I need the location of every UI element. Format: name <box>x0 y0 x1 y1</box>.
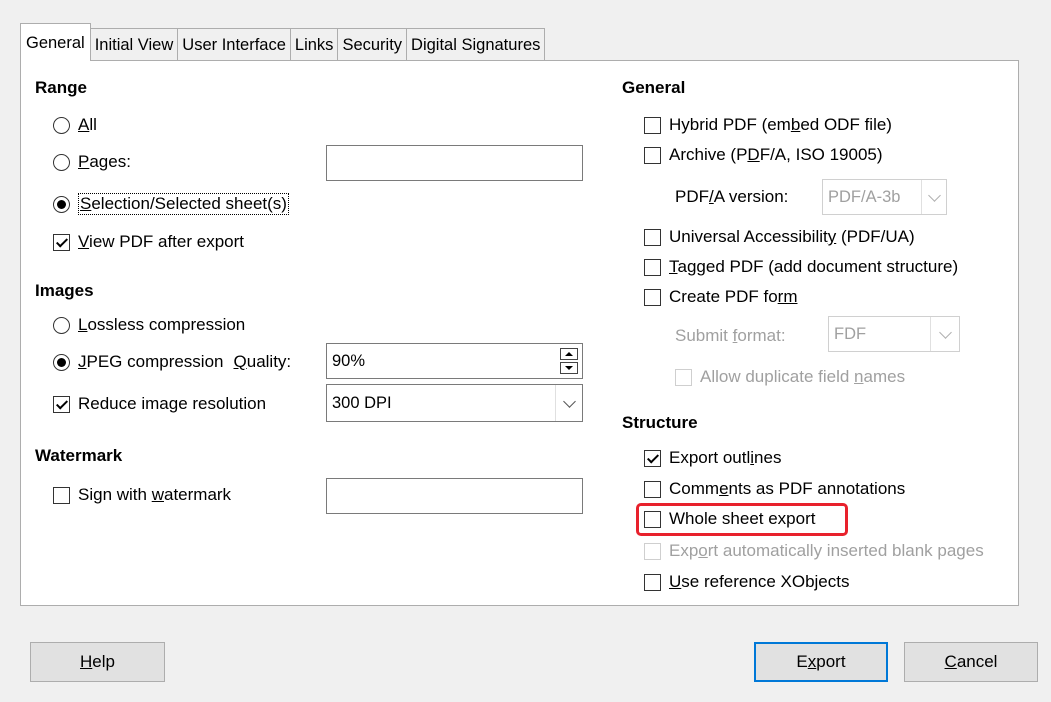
checkbox-whole-sheet-export[interactable]: Whole sheet export <box>644 507 815 531</box>
radio-lossless-label: Lossless compression <box>78 315 246 334</box>
pdfa-version-value: PDF/A-3b <box>828 188 901 206</box>
radio-lossless[interactable]: Lossless compression <box>53 313 245 337</box>
images-heading: Images <box>35 281 94 300</box>
checkbox-allow-duplicate[interactable]: Allow duplicate field names <box>675 365 905 389</box>
general-heading: General <box>622 78 686 97</box>
radio-all-label: All <box>78 115 97 134</box>
tab-links[interactable]: Links <box>289 28 339 61</box>
checkbox-universal-accessibility-label: Universal Accessibility (PDF/UA) <box>669 227 915 246</box>
checkbox-archive-box[interactable] <box>644 146 661 164</box>
radio-pages-indicator[interactable] <box>53 153 70 171</box>
checkbox-create-form-box[interactable] <box>644 288 661 306</box>
checkbox-blank-pages-box[interactable] <box>644 542 661 560</box>
checkbox-tagged-pdf-box[interactable] <box>644 258 661 276</box>
tab-digital-signatures[interactable]: Digital Signatures <box>406 28 546 61</box>
dpi-dropdown-button[interactable] <box>555 385 582 421</box>
checkbox-view-pdf[interactable]: View PDF after export <box>53 230 244 254</box>
structure-heading: Structure <box>622 413 698 432</box>
pdfa-dropdown-button[interactable] <box>921 180 946 214</box>
chevron-down-icon <box>938 325 952 339</box>
submit-format-label: Submit format: <box>675 326 786 345</box>
help-button[interactable]: Help <box>30 642 165 682</box>
dpi-dropdown[interactable]: 300 DPI <box>326 384 583 422</box>
quality-spinner[interactable] <box>560 348 578 374</box>
cancel-button-label: Cancel <box>944 652 998 671</box>
pages-input[interactable] <box>326 145 583 181</box>
checkbox-tagged-pdf[interactable]: Tagged PDF (add document structure) <box>644 255 958 279</box>
checkbox-blank-pages[interactable]: Export automatically inserted blank page… <box>644 539 984 563</box>
radio-all[interactable]: All <box>53 113 97 137</box>
checkbox-reference-xobjects[interactable]: Use reference XObjects <box>644 570 849 594</box>
checkbox-universal-accessibility[interactable]: Universal Accessibility (PDF/UA) <box>644 225 915 249</box>
checkbox-create-form-label: Create PDF form <box>669 287 798 306</box>
help-button-label: Help <box>80 652 115 671</box>
checkbox-sign-watermark-box[interactable] <box>53 486 70 504</box>
checkbox-export-outlines-label: Export outlines <box>669 448 782 467</box>
watermark-heading: Watermark <box>35 446 123 465</box>
checkbox-hybrid-pdf[interactable]: Hybrid PDF (embed ODF file) <box>644 113 892 137</box>
export-button-label: Export <box>796 652 846 671</box>
radio-selection-label: Selection/Selected sheet(s) <box>78 193 289 215</box>
quality-spinbox[interactable]: 90% <box>326 343 583 379</box>
checkbox-comments-box[interactable] <box>644 480 661 498</box>
radio-selection-indicator[interactable] <box>53 195 70 213</box>
checkbox-export-outlines[interactable]: Export outlines <box>644 446 781 470</box>
checkbox-tagged-pdf-label: Tagged PDF (add document structure) <box>669 257 959 276</box>
pdfa-version-dropdown[interactable]: PDF/A-3b <box>822 179 947 215</box>
checkbox-blank-pages-label: Export automatically inserted blank page… <box>669 541 984 560</box>
radio-jpeg[interactable]: JPEG compression Quality: <box>53 350 291 374</box>
checkbox-hybrid-pdf-box[interactable] <box>644 116 661 134</box>
checkbox-archive[interactable]: Archive (PDF/A, ISO 19005) <box>644 143 883 167</box>
range-heading: Range <box>35 78 87 97</box>
export-button[interactable]: Export <box>754 642 888 682</box>
radio-selection[interactable]: Selection/Selected sheet(s) <box>53 192 289 216</box>
dpi-value: 300 DPI <box>332 394 392 412</box>
checkbox-comments-label: Comments as PDF annotations <box>669 479 906 498</box>
radio-pages-label: Pages: <box>78 152 131 171</box>
checkbox-reference-xobjects-box[interactable] <box>644 573 661 591</box>
checkbox-hybrid-pdf-label: Hybrid PDF (embed ODF file) <box>669 115 892 134</box>
pdfa-version-label: PDF/A version: <box>675 187 789 206</box>
cancel-button[interactable]: Cancel <box>904 642 1038 682</box>
checkbox-comments[interactable]: Comments as PDF annotations <box>644 477 905 501</box>
chevron-down-icon <box>562 394 576 408</box>
checkbox-whole-sheet-export-label: Whole sheet export <box>669 509 816 528</box>
checkbox-archive-label: Archive (PDF/A, ISO 19005) <box>669 145 883 164</box>
checkbox-sign-watermark[interactable]: Sign with watermark <box>53 483 231 507</box>
radio-jpeg-label: JPEG compression <box>78 352 224 371</box>
checkbox-view-pdf-box[interactable] <box>53 233 70 251</box>
checkbox-universal-accessibility-box[interactable] <box>644 228 661 246</box>
checkbox-view-pdf-label: View PDF after export <box>78 232 244 251</box>
checkbox-sign-watermark-label: Sign with watermark <box>78 485 232 504</box>
spin-down-icon[interactable] <box>560 362 578 374</box>
chevron-down-icon <box>927 188 941 202</box>
radio-lossless-indicator[interactable] <box>53 316 70 334</box>
tab-security[interactable]: Security <box>337 28 408 61</box>
spin-up-icon[interactable] <box>560 348 578 360</box>
checkbox-create-form[interactable]: Create PDF form <box>644 285 797 309</box>
tab-initial-view[interactable]: Initial View <box>89 28 179 61</box>
checkbox-whole-sheet-export-box[interactable] <box>644 510 661 528</box>
checkbox-reduce-resolution-label: Reduce image resolution <box>78 394 267 413</box>
tab-user-interface[interactable]: User Interface <box>177 28 291 61</box>
watermark-input[interactable] <box>326 478 583 514</box>
quality-label: Quality: <box>233 352 292 371</box>
radio-jpeg-indicator[interactable] <box>53 353 70 371</box>
submit-format-value: FDF <box>834 325 867 343</box>
radio-pages[interactable]: Pages: <box>53 150 131 174</box>
submit-format-dropdown-button[interactable] <box>930 317 959 351</box>
submit-format-dropdown[interactable]: FDF <box>828 316 960 352</box>
checkbox-reduce-resolution-box[interactable] <box>53 395 70 413</box>
quality-value: 90% <box>332 352 366 370</box>
radio-all-indicator[interactable] <box>53 116 70 134</box>
checkbox-reference-xobjects-label: Use reference XObjects <box>669 572 850 591</box>
checkbox-reduce-resolution[interactable]: Reduce image resolution <box>53 392 266 416</box>
checkbox-allow-duplicate-box[interactable] <box>675 368 692 386</box>
checkbox-export-outlines-box[interactable] <box>644 449 661 467</box>
checkbox-allow-duplicate-label: Allow duplicate field names <box>700 367 906 386</box>
tab-bar: General Initial View User Interface Link… <box>20 23 546 61</box>
tab-general[interactable]: General <box>20 23 91 61</box>
